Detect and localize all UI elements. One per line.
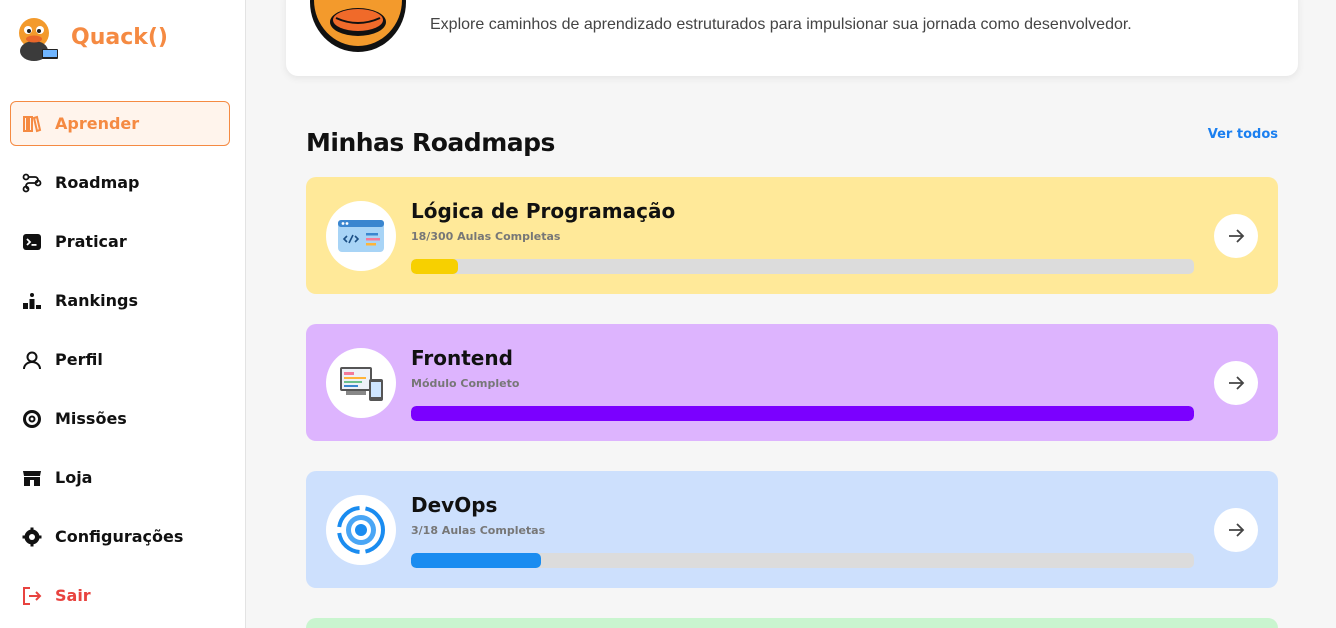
progress-fill: [411, 553, 541, 568]
sidebar-item-sair[interactable]: Sair: [10, 573, 230, 618]
open-roadmap-button[interactable]: [1214, 508, 1258, 552]
sidebar-item-configuracoes[interactable]: Configurações: [10, 514, 230, 559]
roadmap-title: Lógica de Programação: [411, 199, 676, 223]
sidebar-item-label: Perfil: [55, 350, 103, 369]
roadmap-icon: [21, 172, 43, 194]
devices-icon: [340, 367, 383, 401]
brand[interactable]: Quack(): [10, 10, 168, 64]
duck-mascot-icon: [310, 0, 406, 52]
gear-icon: [21, 526, 43, 548]
open-roadmap-button[interactable]: [1214, 214, 1258, 258]
roadmap-card-frontend[interactable]: Frontend Módulo Completo: [306, 324, 1278, 441]
arrow-right-icon: [1229, 229, 1245, 243]
code-window-icon: [338, 220, 384, 252]
sidebar-item-label: Loja: [55, 468, 93, 487]
sidebar-item-perfil[interactable]: Perfil: [10, 337, 230, 382]
brand-name: Quack(): [71, 24, 168, 50]
thumb: [326, 348, 396, 418]
sidebar-nav: Aprender Roadmap Praticar Rankings Perfi…: [10, 101, 230, 628]
progress-fill: [411, 406, 1194, 421]
hero-description: Explore caminhos de aprendizado estrutur…: [430, 16, 1132, 33]
logout-icon: [21, 585, 43, 607]
roadmap-title: DevOps: [411, 493, 498, 517]
main-content: Explore caminhos de aprendizado estrutur…: [246, 0, 1336, 628]
sidebar-item-praticar[interactable]: Praticar: [10, 219, 230, 264]
sidebar-item-loja[interactable]: Loja: [10, 455, 230, 500]
section-title: Minhas Roadmaps: [306, 128, 555, 157]
roadmap-card-devops[interactable]: DevOps 3/18 Aulas Completas: [306, 471, 1278, 588]
podium-icon: [21, 290, 43, 312]
roadmap-progress-text: 18/300 Aulas Completas: [411, 230, 561, 243]
progress-track: [411, 259, 1194, 274]
roadmap-progress-text: Módulo Completo: [411, 377, 520, 390]
roadmap-card-logica[interactable]: Lógica de Programação 18/300 Aulas Compl…: [306, 177, 1278, 294]
sidebar-item-label: Missões: [55, 409, 127, 428]
progress-track: [411, 553, 1194, 568]
sidebar-item-roadmap[interactable]: Roadmap: [10, 160, 230, 205]
open-roadmap-button[interactable]: [1214, 361, 1258, 405]
sidebar-item-rankings[interactable]: Rankings: [10, 278, 230, 323]
sidebar-item-label: Aprender: [55, 114, 140, 133]
duck-logo-icon: [19, 18, 58, 61]
roadmap-title: Frontend: [411, 346, 513, 370]
sidebar-item-label: Sair: [55, 586, 91, 605]
roadmap-card-next[interactable]: [306, 618, 1278, 628]
target-icon: [21, 408, 43, 430]
sidebar-item-label: Roadmap: [55, 173, 140, 192]
sidebar-item-aprender[interactable]: Aprender: [10, 101, 230, 146]
thumb: [326, 495, 396, 565]
sidebar-item-missoes[interactable]: Missões: [10, 396, 230, 441]
books-icon: [21, 113, 43, 135]
user-icon: [21, 349, 43, 371]
progress-fill: [411, 259, 458, 274]
roadmap-progress-text: 3/18 Aulas Completas: [411, 524, 546, 537]
cycle-gear-icon: [337, 506, 385, 554]
thumb: [326, 201, 396, 271]
store-icon: [21, 467, 43, 489]
see-all-link[interactable]: Ver todos: [1208, 127, 1278, 142]
progress-track: [411, 406, 1194, 421]
terminal-icon: [21, 231, 43, 253]
sidebar-item-label: Configurações: [55, 527, 184, 546]
arrow-right-icon: [1229, 523, 1245, 537]
sidebar: Quack() Aprender Roadmap Praticar Rankin…: [0, 0, 246, 628]
arrow-right-icon: [1229, 376, 1245, 390]
hero-banner: Explore caminhos de aprendizado estrutur…: [286, 0, 1298, 76]
sidebar-item-label: Praticar: [55, 232, 127, 251]
sidebar-item-label: Rankings: [55, 291, 138, 310]
